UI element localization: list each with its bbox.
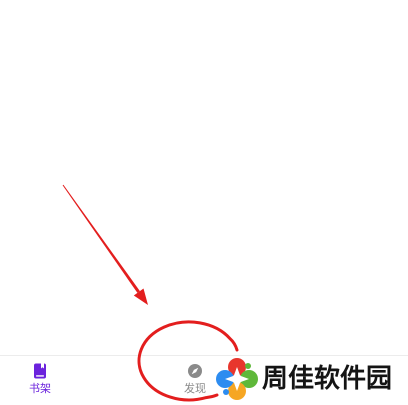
main-content-area <box>0 0 408 355</box>
pinwheel-logo <box>216 358 258 400</box>
watermark-text: 周佳软件园 <box>262 364 393 394</box>
tab-bookshelf-label: 书架 <box>29 382 51 395</box>
tab-bookshelf[interactable]: 书架 <box>10 356 70 405</box>
watermark: 周佳软件园 <box>214 356 392 402</box>
compass-icon <box>188 364 202 378</box>
book-icon <box>34 363 46 379</box>
app-screen: 书架 发现 周佳软件园 <box>0 0 408 405</box>
tab-discover-label: 发现 <box>184 382 206 395</box>
